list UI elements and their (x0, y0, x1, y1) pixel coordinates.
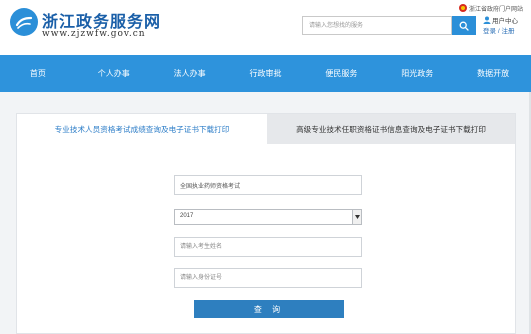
nav-item-corporate[interactable]: 法人办事 (152, 55, 228, 92)
main-nav: 首页 个人办事 法人办事 行政审批 便民服务 阳光政务 数据开放 (0, 55, 531, 92)
chevron-down-icon[interactable] (352, 210, 361, 224)
auth-separator: / (497, 28, 500, 35)
tab-bar: 专业技术人员资格考试成绩查询及电子证书下载打印 高级专业技术任职资格证书信息查询… (17, 114, 515, 144)
year-select-value: 2017 (180, 213, 194, 219)
query-panel: 专业技术人员资格考试成绩查询及电子证书下载打印 高级专业技术任职资格证书信息查询… (16, 113, 516, 334)
user-center-link[interactable]: 用户中心 (492, 15, 518, 25)
query-button[interactable]: 查 询 (194, 300, 344, 318)
nav-item-convenience[interactable]: 便民服务 (303, 55, 379, 92)
user-icon (483, 16, 491, 24)
nav-item-approval[interactable]: 行政审批 (228, 55, 304, 92)
search-button[interactable] (452, 16, 476, 35)
nav-item-home[interactable]: 首页 (0, 55, 76, 92)
search-icon (459, 21, 469, 31)
search-input[interactable] (302, 16, 452, 35)
login-link[interactable]: 登录 (483, 28, 496, 35)
user-area: 用户中心 登录 / 注册 (483, 15, 531, 37)
national-emblem-icon (459, 4, 467, 12)
site-url: www.zjzwfw.gov.cn (42, 29, 146, 39)
nav-item-transparency[interactable]: 阳光政务 (379, 55, 455, 92)
gov-portal-label: 浙江省政府门户网站 (469, 6, 524, 13)
nav-item-personal[interactable]: 个人办事 (76, 55, 152, 92)
auth-links: 登录 / 注册 (483, 25, 514, 35)
site-header: 浙江政务服务网 www.zjzwfw.gov.cn 浙江省政府门户网站 用户中心… (0, 0, 531, 55)
candidate-name-input[interactable] (174, 237, 362, 257)
year-select[interactable]: 2017 (174, 209, 362, 225)
register-link[interactable]: 注册 (501, 28, 514, 35)
gov-portal-link[interactable]: 浙江省政府门户网站 (459, 3, 523, 13)
tab-exam-score-query[interactable]: 专业技术人员资格考试成绩查询及电子证书下载打印 (17, 114, 267, 144)
site-logo-icon[interactable] (10, 8, 38, 36)
id-number-input[interactable] (174, 268, 362, 288)
exam-type-field[interactable] (174, 175, 362, 195)
nav-item-open-data[interactable]: 数据开放 (455, 55, 531, 92)
tab-senior-certificate-query[interactable]: 高级专业技术任职资格证书信息查询及电子证书下载打印 (267, 114, 515, 144)
